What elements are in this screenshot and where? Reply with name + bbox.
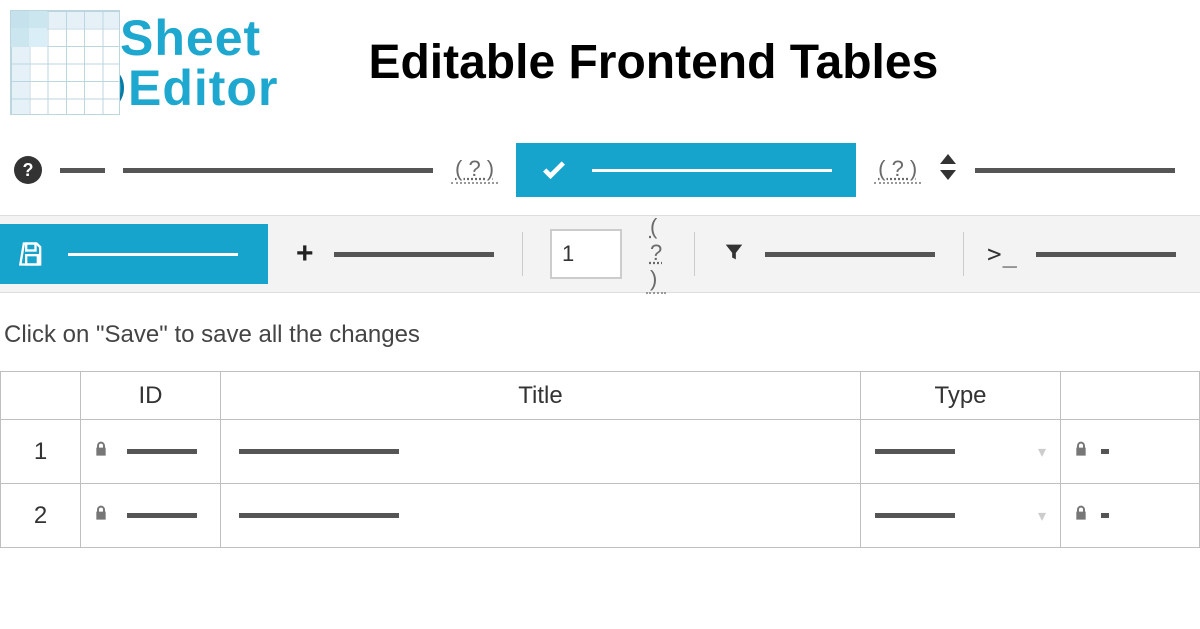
cell-extra-value [1101,513,1109,518]
cell-type[interactable]: ▾ [861,484,1061,548]
cell-type[interactable]: ▾ [861,420,1061,484]
header-row: ID Title Type [1,372,1200,420]
toolbar-text-1 [123,168,433,173]
filter-icon[interactable] [723,241,745,268]
cell-extra[interactable] [1061,484,1200,548]
cell-extra-value [1101,449,1109,454]
page-number-input[interactable] [550,229,622,279]
row-number[interactable]: 1 [1,420,81,484]
add-row-button[interactable]: + [296,237,314,271]
table-row: 1 ▾ [1,420,1200,484]
apply-button-label [592,169,832,172]
help-icon[interactable]: ? [14,156,42,184]
save-button-label [68,253,238,256]
cell-id[interactable] [81,484,221,548]
save-icon [18,240,46,268]
sort-arrows-icon [939,154,957,180]
cell-type-value [875,449,955,454]
apply-button[interactable] [516,143,856,197]
cell-title-value [239,449,399,454]
help-link-2[interactable]: ( ? ) [874,156,921,184]
logo-grid-icon [10,10,120,115]
toolbar-dropdown-1[interactable] [60,168,105,173]
table-row: 2 ▾ [1,484,1200,548]
save-hint: Click on "Save" to save all the changes [0,293,1200,371]
toolbar-primary: ? ( ? ) ( ? ) [0,135,1200,215]
help-link-3[interactable]: ( ? ) [646,214,666,294]
corner-cell [1,372,81,420]
lock-icon [1073,504,1089,527]
add-row-label [334,252,494,257]
terminal-icon[interactable]: >_ [987,240,1018,268]
check-icon [540,156,568,184]
column-header-title[interactable]: Title [221,372,861,420]
page-title: Editable Frontend Tables [368,35,938,90]
logo-word-sheet: Sheet [120,13,278,63]
lock-icon [1073,440,1089,463]
cell-extra[interactable] [1061,420,1200,484]
terminal-label [1036,252,1176,257]
logo: Sheet Editor [10,10,278,115]
logo-word-editor: Editor [128,63,278,113]
logo-text: Sheet Editor [120,13,278,113]
chevron-down-icon: ▾ [1038,442,1046,462]
cell-title[interactable] [221,484,861,548]
column-header-id[interactable]: ID [81,372,221,420]
filter-label [765,252,935,257]
lock-icon [93,504,109,527]
header: Sheet Editor Editable Frontend Tables [0,0,1200,135]
help-link-1[interactable]: ( ? ) [451,156,498,184]
save-button[interactable] [0,224,268,284]
cell-type-value [875,513,955,518]
cell-id-value [127,449,197,454]
cell-id-value [127,513,197,518]
sort-icon[interactable] [939,154,957,186]
toolbar-secondary: + ( ? ) >_ [0,215,1200,293]
column-header-type[interactable]: Type [861,372,1061,420]
row-number[interactable]: 2 [1,484,81,548]
cell-title[interactable] [221,420,861,484]
column-header-extra[interactable] [1061,372,1200,420]
chevron-down-icon: ▾ [1038,506,1046,526]
toolbar-text-2 [975,168,1175,173]
spreadsheet: ID Title Type 1 ▾ [0,371,1200,548]
lock-icon [93,440,109,463]
cell-id[interactable] [81,420,221,484]
cell-title-value [239,513,399,518]
